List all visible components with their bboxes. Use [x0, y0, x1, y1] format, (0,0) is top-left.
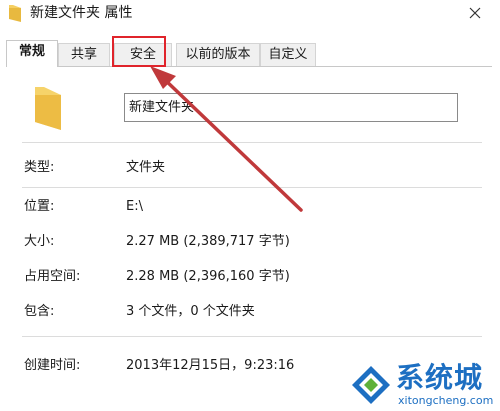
created-value: 2013年12月15日，9:23:16: [126, 358, 295, 373]
type-value: 文件夹: [126, 160, 166, 175]
location-value: E:\: [126, 199, 143, 214]
watermark-url: xitongcheng.com: [398, 394, 494, 407]
tab-strip: 常规 共享 安全 以前的版本 自定义: [6, 40, 494, 67]
folder-large-icon: [35, 87, 61, 130]
tab-previous-versions[interactable]: 以前的版本: [176, 43, 260, 66]
tab-sharing[interactable]: 共享: [58, 43, 110, 66]
size-on-disk-label: 占用空间:: [24, 269, 81, 284]
title-bar: 新建文件夹 属性: [0, 0, 500, 32]
location-label: 位置:: [24, 199, 55, 214]
separator: [22, 142, 482, 143]
created-label: 创建时间:: [24, 358, 81, 373]
watermark: 系统城 xitongcheng.com: [350, 358, 500, 410]
size-label: 大小:: [24, 234, 55, 249]
close-button[interactable]: [460, 0, 490, 26]
folder-icon: [9, 5, 21, 22]
size-value: 2.27 MB (2,389,717 字节): [126, 234, 290, 249]
window-title: 新建文件夹 属性: [30, 5, 133, 21]
size-on-disk-value: 2.28 MB (2,396,160 字节): [126, 269, 290, 284]
separator: [22, 187, 482, 188]
security-tab-highlight: [112, 36, 166, 67]
watermark-logo-icon: [352, 366, 390, 404]
tab-customize[interactable]: 自定义: [260, 43, 316, 66]
contains-value: 3 个文件，0 个文件夹: [126, 304, 255, 319]
separator: [22, 336, 482, 337]
folder-name-input[interactable]: 新建文件夹: [124, 93, 458, 122]
close-icon: [469, 7, 481, 19]
type-label: 类型:: [24, 160, 55, 175]
watermark-text: 系统城: [396, 361, 484, 394]
contains-label: 包含:: [24, 304, 55, 319]
tab-general[interactable]: 常规: [6, 40, 58, 67]
